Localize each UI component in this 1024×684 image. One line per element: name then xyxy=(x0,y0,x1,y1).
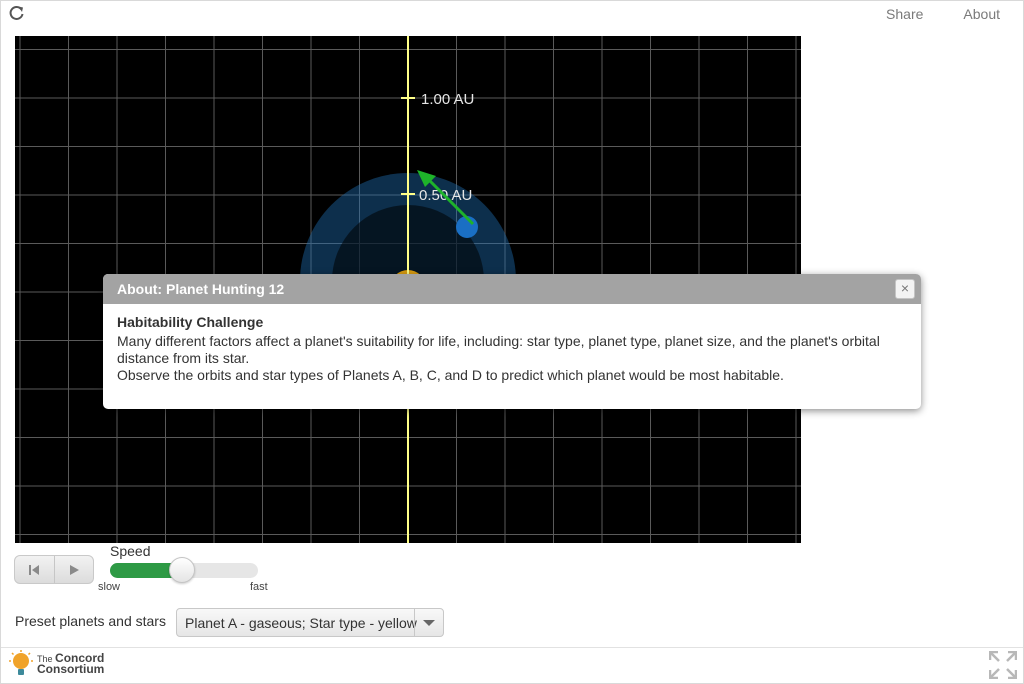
preset-label: Preset planets and stars xyxy=(15,613,166,629)
slow-label: slow xyxy=(98,581,121,593)
about-dialog: About: Planet Hunting 12 × Habitability … xyxy=(103,274,921,409)
reload-icon[interactable] xyxy=(9,5,25,21)
share-link[interactable]: Share xyxy=(886,6,923,22)
play-icon xyxy=(69,564,79,575)
dialog-title: About: Planet Hunting 12 xyxy=(103,274,921,304)
concord-logo[interactable]: The Concord Consortium xyxy=(9,650,104,678)
skip-back-icon xyxy=(29,564,40,575)
play-button[interactable] xyxy=(53,556,94,583)
close-icon[interactable]: × xyxy=(895,279,915,299)
top-nav: Share About xyxy=(886,6,1000,22)
fast-label: fast xyxy=(250,581,268,593)
dialog-paragraph-2: Observe the orbits and star types of Pla… xyxy=(117,367,784,383)
footer-divider xyxy=(1,647,1023,648)
about-link[interactable]: About xyxy=(963,6,1000,22)
preset-select[interactable]: Planet A - gaseous; Star type - yellow xyxy=(176,608,444,637)
lightbulb-icon xyxy=(9,650,33,675)
reset-button[interactable] xyxy=(15,556,54,583)
dialog-paragraph-1: Many different factors affect a planet's… xyxy=(117,333,880,366)
fullscreen-icon[interactable] xyxy=(989,651,1017,679)
axis-label-1au: 1.00 AU xyxy=(421,91,474,108)
speed-slider-handle[interactable] xyxy=(169,557,196,583)
dialog-heading: Habitability Challenge xyxy=(117,314,264,330)
speed-label: Speed xyxy=(110,543,151,559)
logo-line-2: Consortium xyxy=(37,662,105,676)
chevron-down-icon[interactable] xyxy=(414,609,443,636)
dialog-body: Habitability Challenge Many different fa… xyxy=(103,304,921,394)
playback-controls xyxy=(14,555,94,584)
preset-select-value: Planet A - gaseous; Star type - yellow xyxy=(185,615,417,631)
